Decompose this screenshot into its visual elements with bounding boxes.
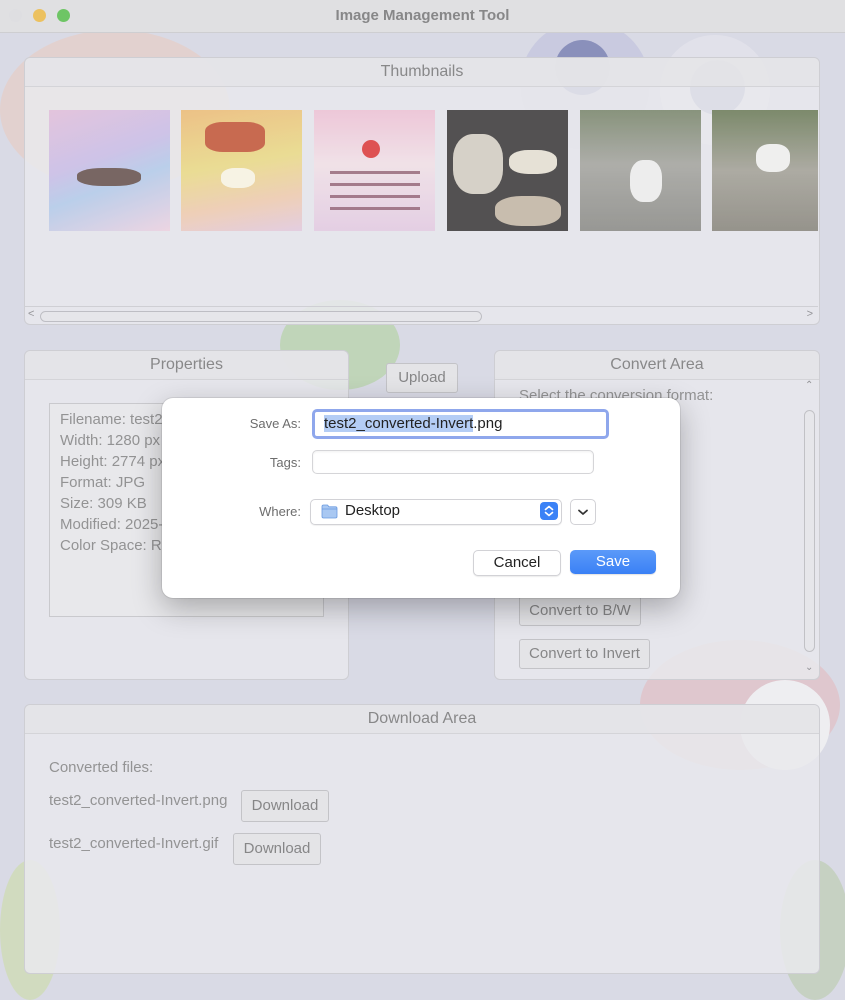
where-location-popup[interactable]: Desktop: [310, 499, 562, 525]
tags-input[interactable]: [312, 450, 594, 474]
folder-icon: [321, 504, 338, 519]
up-down-stepper-icon: [540, 502, 558, 520]
save-button[interactable]: Save: [570, 550, 656, 574]
save-as-input[interactable]: test2_converted-Invert.png: [312, 409, 609, 439]
filename-selected-text: test2_converted-Invert: [324, 415, 474, 432]
where-value: Desktop: [345, 502, 401, 519]
expand-dialog-button[interactable]: [570, 499, 596, 525]
chevron-down-icon: [578, 509, 588, 515]
where-label: Where:: [259, 504, 301, 519]
cancel-button[interactable]: Cancel: [473, 550, 561, 576]
tags-label: Tags:: [269, 455, 301, 470]
save-dialog: Save As: test2_converted-Invert.png Tags…: [162, 398, 680, 598]
filename-extension: .png: [473, 415, 503, 432]
save-as-label: Save As:: [249, 416, 301, 431]
app-window: Image Management Tool Thumbnails < > Pro…: [0, 0, 845, 1000]
